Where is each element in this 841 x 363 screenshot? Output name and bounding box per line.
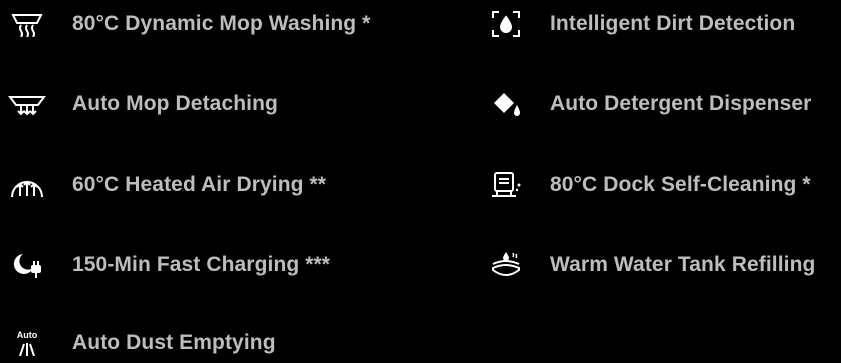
- feature-dock-cleaning: 80°C Dock Self-Cleaning *: [478, 165, 811, 205]
- feature-fast-charging: 150-Min Fast Charging ***: [0, 245, 330, 285]
- feature-label: 80°C Dynamic Mop Washing *: [72, 12, 371, 35]
- fast-charging-icon: [0, 245, 54, 285]
- mop-washing-icon: [0, 4, 54, 44]
- feature-label: Warm Water Tank Refilling: [550, 253, 816, 276]
- feature-label: Auto Detergent Dispenser: [550, 92, 812, 115]
- feature-dirt-detection: Intelligent Dirt Detection: [478, 4, 795, 44]
- feature-detergent-dispenser: Auto Detergent Dispenser: [478, 84, 811, 124]
- mop-detach-icon: [0, 84, 54, 124]
- dirt-detection-icon: [478, 4, 534, 44]
- feature-dust-emptying: Auto Auto Dust Emptying: [0, 323, 276, 363]
- feature-label: 80°C Dock Self-Cleaning *: [550, 173, 811, 196]
- feature-label: 60°C Heated Air Drying **: [72, 173, 327, 196]
- feature-label: 150-Min Fast Charging ***: [72, 253, 331, 276]
- feature-mop-detaching: Auto Mop Detaching: [0, 84, 278, 124]
- feature-label: Intelligent Dirt Detection: [550, 12, 796, 35]
- feature-label: Auto Dust Emptying: [72, 331, 276, 354]
- feature-mop-washing: 80°C Dynamic Mop Washing *: [0, 4, 370, 44]
- auto-icon-text: Auto: [16, 329, 38, 340]
- detergent-icon: [478, 84, 534, 124]
- feature-grid: 80°C Dynamic Mop Washing * Auto Mop Deta…: [0, 0, 841, 356]
- water-refill-icon: [478, 245, 534, 285]
- dust-emptying-icon: Auto: [0, 323, 54, 363]
- air-drying-icon: [0, 165, 54, 205]
- feature-water-refill: Warm Water Tank Refilling: [478, 245, 815, 285]
- dock-cleaning-icon: [478, 165, 534, 205]
- feature-label: Auto Mop Detaching: [72, 92, 278, 115]
- feature-air-drying: 60°C Heated Air Drying **: [0, 165, 326, 205]
